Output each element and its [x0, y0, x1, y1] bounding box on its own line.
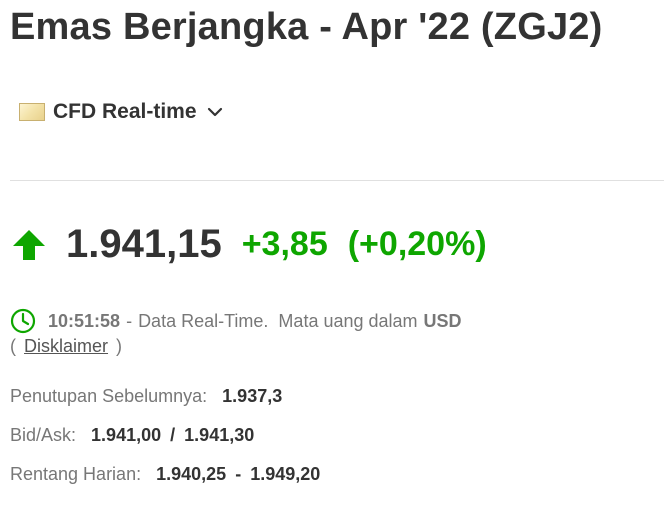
arrow-up-icon: [13, 229, 45, 260]
status-separator: -: [126, 310, 133, 331]
price-change: +3,85: [241, 225, 328, 263]
day-range-high: 1.949,20: [250, 464, 321, 484]
clock-icon: [10, 308, 36, 334]
flag-icon: [19, 103, 45, 121]
disclaimer-open-paren: (: [10, 336, 16, 356]
bid-value: 1.941,00: [91, 425, 162, 445]
price-change-percent: (+0,20%): [347, 225, 487, 263]
disclaimer-close-paren: ): [116, 336, 123, 356]
quote-time: 10:51:58: [48, 310, 121, 331]
divider: [10, 180, 664, 181]
bid-ask-label: Bid/Ask:: [10, 425, 77, 445]
price-source-dropdown[interactable]: CFD Real-time: [19, 100, 223, 124]
bid-ask-separator: /: [170, 425, 176, 445]
status-description: Data Real-Time. Mata uang dalam: [138, 310, 418, 331]
page-title: Emas Berjangka - Apr '22 (ZGJ2): [10, 6, 603, 48]
prev-close-label: Penutupan Sebelumnya:: [10, 386, 208, 406]
prev-close-row: Penutupan Sebelumnya: 1.937,3: [10, 386, 282, 407]
quote-status: 10:51:58 - Data Real-Time. Mata uang dal…: [10, 308, 462, 334]
ask-value: 1.941,30: [184, 425, 255, 445]
price-source-label: CFD Real-time: [53, 100, 197, 123]
chevron-down-icon[interactable]: [207, 107, 223, 117]
disclaimer-link[interactable]: Disklaimer: [24, 336, 108, 356]
last-price: 1.941,15: [66, 222, 222, 266]
day-range-row: Rentang Harian: 1.940,25 - 1.949,20: [10, 464, 320, 485]
disclaimer-row: ( Disklaimer ): [10, 336, 122, 357]
currency-code: USD: [423, 310, 462, 331]
day-range-label: Rentang Harian:: [10, 464, 142, 484]
bid-ask-row: Bid/Ask: 1.941,00 / 1.941,30: [10, 425, 254, 446]
prev-close-value: 1.937,3: [222, 386, 283, 406]
day-range-separator: -: [235, 464, 242, 484]
quote-row: 1.941,15 +3,85 (+0,20%): [12, 222, 487, 267]
day-range-low: 1.940,25: [156, 464, 227, 484]
